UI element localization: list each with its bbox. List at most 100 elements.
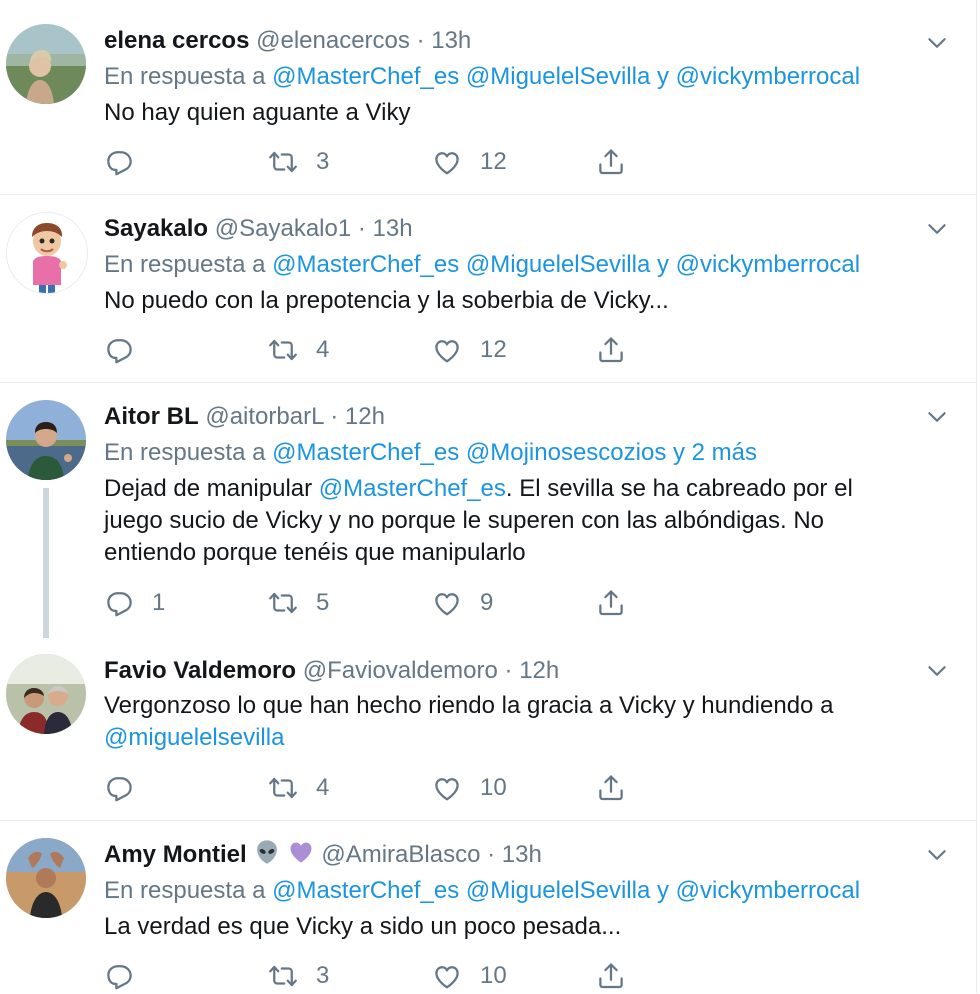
like-button[interactable]: 10 [432, 958, 507, 994]
display-name[interactable]: elena cercos [104, 27, 249, 54]
retweet-button[interactable]: 3 [268, 958, 329, 994]
like-count: 9 [480, 589, 494, 616]
display-name[interactable]: Amy Montiel [104, 841, 247, 868]
tweet-actions: 1 5 9 [104, 585, 664, 621]
heart-icon [432, 335, 462, 365]
share-button[interactable] [596, 958, 626, 994]
reply-targets-link[interactable]: @MasterChef_es @MiguelelSevilla y @vicky… [272, 877, 860, 904]
reply-prefix: En respuesta a [104, 63, 266, 90]
reply-icon [104, 335, 134, 365]
tweet[interactable]: Amy Montiel @AmiraBlasco · 13h En respue… [0, 820, 976, 993]
like-button[interactable]: 9 [432, 585, 493, 621]
reply-button[interactable] [104, 144, 152, 180]
chevron-down-icon[interactable] [922, 842, 952, 868]
retweet-button[interactable]: 4 [268, 770, 329, 806]
tweet-header: Favio Valdemoro @Faviovaldemoro · 12h [104, 654, 559, 688]
like-button[interactable]: 10 [432, 770, 507, 806]
tweet-header: Aitor BL @aitorbarL · 12h [104, 400, 385, 434]
tweet-text: Dejad de manipular @MasterChef_es. El se… [104, 473, 904, 569]
tweet[interactable]: Aitor BL @aitorbarL · 12h En respuesta a… [0, 382, 976, 638]
reply-button[interactable] [104, 770, 152, 806]
separator-dot: · [504, 657, 513, 684]
tweet-header: Amy Montiel @AmiraBlasco · 13h [104, 838, 542, 876]
tweet-text-part: Vergonzoso lo que han hecho riendo la gr… [104, 692, 834, 719]
timestamp[interactable]: 12h [345, 403, 385, 430]
chevron-down-icon[interactable] [922, 404, 952, 430]
tweet-actions: 4 12 [104, 332, 664, 368]
tweet-text: No puedo con la prepotencia y la soberbi… [104, 287, 669, 314]
mention-link[interactable]: @miguelelsevilla [104, 724, 284, 751]
retweet-icon [268, 588, 298, 618]
chevron-down-icon[interactable] [922, 658, 952, 684]
tweet-actions: 3 12 [104, 144, 664, 180]
retweet-count: 4 [316, 336, 330, 363]
separator-dot: · [330, 403, 339, 430]
retweet-button[interactable]: 5 [268, 585, 329, 621]
retweet-count: 5 [316, 589, 330, 616]
user-handle[interactable]: @aitorbarL [205, 403, 323, 430]
chevron-down-icon[interactable] [922, 30, 952, 56]
timestamp[interactable]: 13h [431, 27, 471, 54]
avatar[interactable] [6, 24, 86, 104]
tweet[interactable]: elena cercos @elenacercos · 13h En respu… [0, 0, 976, 195]
share-icon [596, 335, 626, 365]
avatar[interactable] [6, 212, 88, 294]
share-button[interactable] [596, 770, 626, 806]
user-handle[interactable]: @Faviovaldemoro [303, 657, 498, 684]
purple-heart-icon [287, 838, 315, 876]
reply-button[interactable] [104, 958, 152, 994]
reply-prefix: En respuesta a [104, 251, 266, 278]
like-button[interactable]: 12 [432, 332, 507, 368]
display-name[interactable]: Aitor BL [104, 403, 199, 430]
like-button[interactable]: 12 [432, 144, 507, 180]
reply-icon [104, 588, 134, 618]
alien-emoji-icon [253, 838, 281, 876]
timestamp[interactable]: 13h [502, 841, 542, 868]
tweet-actions: 3 10 [104, 958, 664, 994]
avatar[interactable] [6, 838, 86, 918]
share-button[interactable] [596, 332, 626, 368]
reply-context: En respuesta a @MasterChef_es @MiguelelS… [104, 874, 860, 908]
display-name[interactable]: Favio Valdemoro [104, 657, 296, 684]
tweet-text-part: Dejad de manipular [104, 475, 319, 502]
retweet-count: 4 [316, 774, 330, 801]
timestamp[interactable]: 13h [373, 215, 413, 242]
chevron-down-icon[interactable] [922, 216, 952, 242]
reply-targets-link[interactable]: @MasterChef_es @MiguelelSevilla y @vicky… [272, 251, 860, 278]
timestamp[interactable]: 12h [519, 657, 559, 684]
like-count: 12 [480, 148, 507, 175]
retweet-icon [268, 147, 298, 177]
separator-dot: · [357, 215, 366, 242]
retweet-icon [268, 773, 298, 803]
user-handle[interactable]: @AmiraBlasco [321, 841, 480, 868]
retweet-icon [268, 961, 298, 991]
reply-icon [104, 147, 134, 177]
retweet-button[interactable]: 4 [268, 332, 329, 368]
avatar[interactable] [6, 654, 86, 734]
reply-context: En respuesta a @MasterChef_es @Mojinoses… [104, 436, 757, 470]
reply-button[interactable] [104, 332, 152, 368]
like-count: 10 [480, 962, 507, 989]
like-count: 10 [480, 774, 507, 801]
display-name[interactable]: Sayakalo [104, 215, 208, 242]
reply-prefix: En respuesta a [104, 877, 266, 904]
share-button[interactable] [596, 144, 626, 180]
mention-link[interactable]: @MasterChef_es [319, 475, 506, 502]
tweet-text: Vergonzoso lo que han hecho riendo la gr… [104, 690, 904, 754]
reply-context: En respuesta a @MasterChef_es @MiguelelS… [104, 60, 860, 94]
tweet-text: No hay quien aguante a Viky [104, 99, 411, 126]
tweet-text: La verdad es que Vicky a sido un poco pe… [104, 913, 622, 940]
reply-targets-link[interactable]: @MasterChef_es @MiguelelSevilla y @vicky… [272, 63, 860, 90]
user-handle[interactable]: @Sayakalo1 [215, 215, 351, 242]
reply-targets-link[interactable]: @MasterChef_es @Mojinosescozios y 2 más [272, 439, 757, 466]
share-icon [596, 961, 626, 991]
tweet[interactable]: Sayakalo @Sayakalo1 · 13h En respuesta a… [0, 194, 976, 383]
reply-button[interactable]: 1 [104, 585, 165, 621]
avatar[interactable] [6, 400, 86, 480]
retweet-count: 3 [316, 962, 330, 989]
share-icon [596, 773, 626, 803]
retweet-button[interactable]: 3 [268, 144, 329, 180]
user-handle[interactable]: @elenacercos [256, 27, 410, 54]
share-button[interactable] [596, 585, 626, 621]
tweet[interactable]: Favio Valdemoro @Faviovaldemoro · 12h Ve… [0, 638, 976, 821]
